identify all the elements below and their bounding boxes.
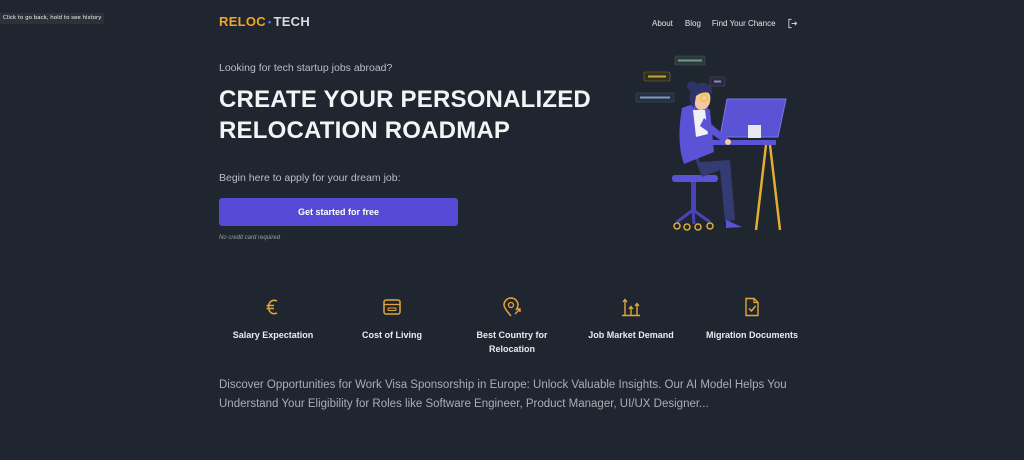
market-chart-icon [622, 298, 640, 317]
feature-best-country[interactable]: Best Country for Relocation [457, 296, 567, 356]
no-credit-note: No credit card required [219, 235, 281, 241]
feature-label: Job Market Demand [588, 330, 674, 340]
feature-label: Cost of Living [362, 330, 422, 340]
feature-job-market-demand[interactable]: Job Market Demand [576, 296, 686, 342]
hero-illustration [635, 55, 787, 231]
nav-blog-link[interactable]: Blog [685, 19, 701, 28]
document-check-icon [745, 297, 759, 317]
feature-salary-expectation[interactable]: Salary Expectation [218, 296, 328, 342]
logout-icon[interactable] [787, 18, 798, 29]
feature-label: Best Country for Relocation [476, 330, 548, 354]
logo-dot: • [268, 16, 272, 27]
euro-icon [266, 299, 278, 315]
begin-text: Begin here to apply for your dream job: [219, 172, 401, 184]
feature-list: Salary Expectation Cost of Living Best C… [219, 296, 809, 366]
location-pin-icon [503, 297, 521, 317]
feature-label: Salary Expectation [232, 330, 314, 340]
logo-text-tech: TECH [273, 14, 311, 29]
page-title: CREATE YOUR PERSONALIZED RELOCATION ROAD… [219, 84, 619, 146]
site-logo[interactable]: RELOC • TECH [219, 14, 310, 29]
back-button-tooltip: Click to go back, hold to see history [0, 13, 105, 24]
hero-tagline: Looking for tech startup jobs abroad? [219, 62, 393, 74]
wallet-icon [383, 299, 401, 315]
headline-line-1: CREATE YOUR PERSONALIZED [219, 86, 591, 113]
feature-label: Migration Documents [705, 330, 798, 340]
main-nav: About Blog Find Your Chance [652, 18, 798, 29]
feature-cost-of-living[interactable]: Cost of Living [337, 296, 447, 342]
nav-find-your-chance-link[interactable]: Find Your Chance [712, 19, 776, 28]
description-text: Discover Opportunities for Work Visa Spo… [219, 379, 787, 410]
nav-about-link[interactable]: About [652, 19, 673, 28]
logo-text-reloc: RELOC [219, 14, 266, 29]
headline-line-2: RELOCATION ROADMAP [219, 117, 511, 144]
feature-migration-documents[interactable]: Migration Documents [697, 296, 807, 342]
get-started-button[interactable]: Get started for free [219, 198, 458, 226]
